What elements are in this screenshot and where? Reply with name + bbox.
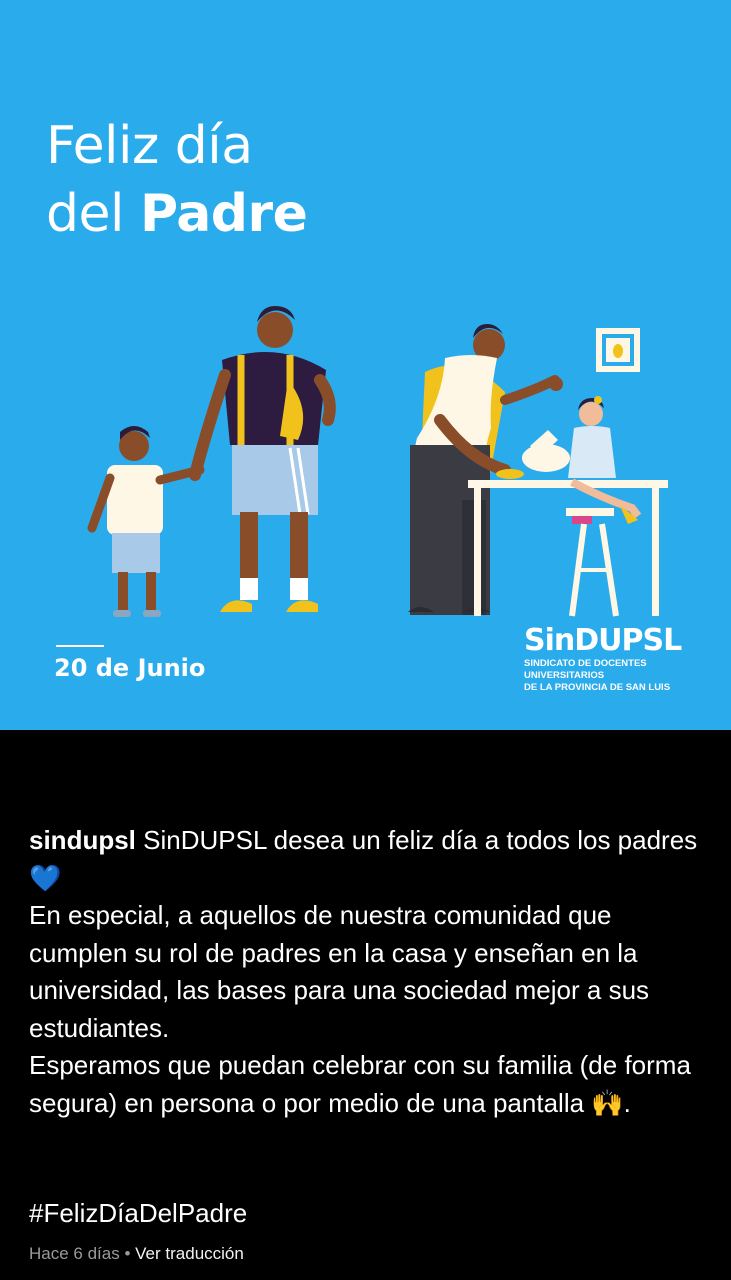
sindupsl-logo: SinDUPSL SINDICATO DE DOCENTES UNIVERSIT…: [524, 624, 704, 694]
post-title: Feliz día del Padre: [46, 112, 308, 248]
date-divider: [56, 645, 104, 647]
father-figure: [189, 306, 336, 612]
post-meta: Hace 6 días • Ver traducción: [29, 1244, 244, 1264]
child-figure: [87, 426, 205, 617]
translate-link[interactable]: Ver traducción: [135, 1244, 244, 1263]
caption-line-1: sindupsl SinDUPSL desea un feliz día a t…: [29, 822, 709, 897]
logo-subtitle-1: SINDICATO DE DOCENTES UNIVERSITARIOS: [524, 658, 647, 681]
post-time: Hace 6 días: [29, 1244, 120, 1263]
title-line-2-bold: Padre: [139, 184, 308, 244]
father-day-illustration: [87, 306, 668, 617]
logo-name: SinDUPSL: [524, 623, 682, 658]
caption-text-2: En especial, a aquellos de nuestra comun…: [29, 900, 650, 1043]
post-actions-bar: [0, 730, 731, 820]
title-line-1: Feliz día: [46, 116, 253, 176]
caption-username[interactable]: sindupsl: [29, 825, 136, 855]
hashtag-link[interactable]: #FelizDíaDelPadre: [29, 1195, 247, 1232]
logo-subtitle-2: DE LA PROVINCIA DE SAN LUIS: [524, 682, 671, 693]
event-date: 20 de Junio: [54, 654, 206, 682]
caption-text-3: Esperamos que puedan celebrar con su fam…: [29, 1050, 691, 1118]
meta-separator: •: [124, 1244, 131, 1263]
post-image[interactable]: Feliz día del Padre 20 de Junio SinDUPSL…: [0, 0, 731, 730]
title-line-2: del Padre: [46, 180, 308, 248]
title-line-2-regular: del: [46, 184, 124, 244]
kitchen-scene: [408, 324, 668, 617]
post-caption: sindupsl SinDUPSL desea un feliz día a t…: [29, 822, 709, 1122]
